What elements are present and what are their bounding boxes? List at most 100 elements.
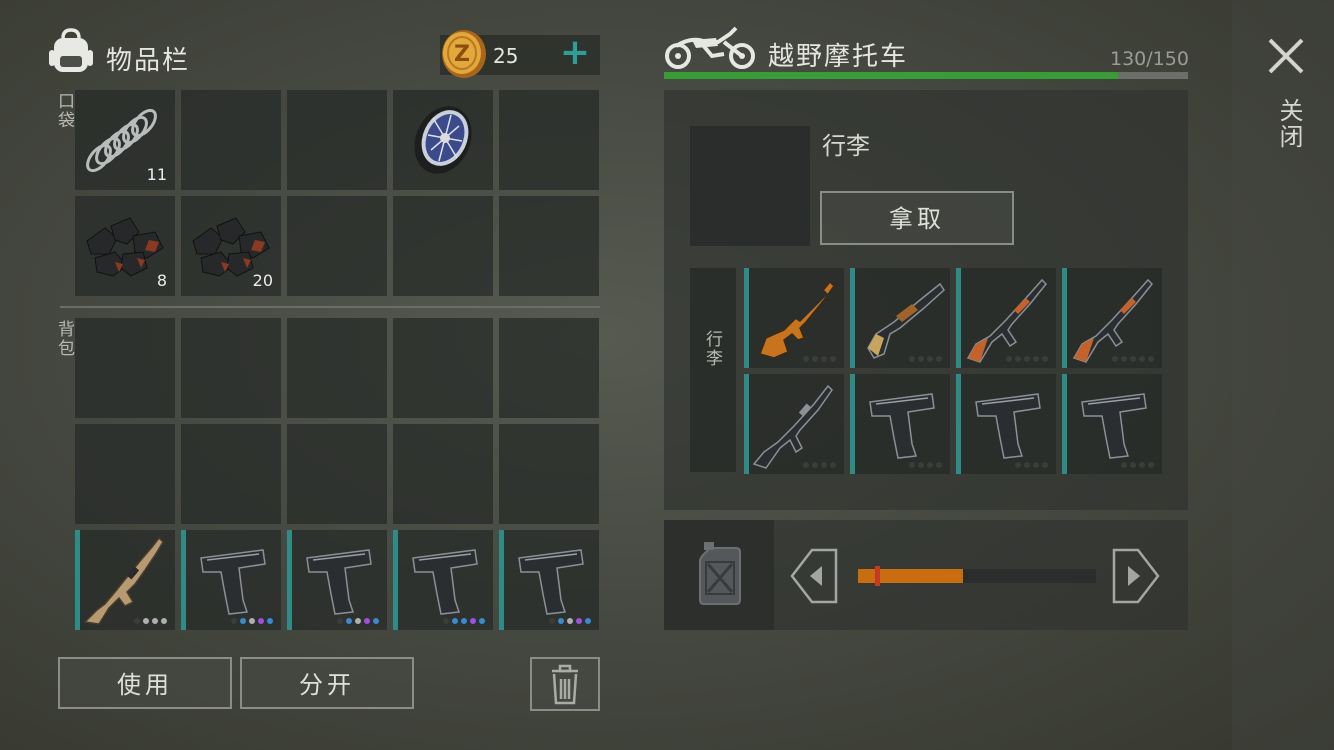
rarity-dot bbox=[812, 356, 818, 362]
fuel-level-bar[interactable] bbox=[858, 566, 1096, 586]
close-label[interactable]: 关闭 bbox=[1272, 98, 1307, 150]
capacity-bar-fill bbox=[664, 72, 1119, 79]
rarity-dots bbox=[803, 462, 836, 468]
capacity-bar bbox=[664, 72, 1188, 79]
hotbar-slot[interactable] bbox=[75, 530, 175, 630]
luggage-preview bbox=[690, 126, 810, 246]
take-button[interactable]: 拿取 bbox=[820, 191, 1014, 245]
backpack-grid bbox=[75, 318, 599, 524]
luggage-slot[interactable] bbox=[1062, 374, 1162, 474]
luggage-slot[interactable] bbox=[956, 268, 1056, 368]
backpack-slot[interactable] bbox=[75, 318, 175, 418]
rarity-dot bbox=[1024, 462, 1030, 468]
backpack-slot[interactable] bbox=[393, 318, 493, 418]
hotbar-slot[interactable] bbox=[499, 530, 599, 630]
delete-button[interactable] bbox=[530, 657, 600, 711]
close-icon[interactable] bbox=[1266, 36, 1306, 76]
use-button[interactable]: 使用 bbox=[58, 657, 232, 709]
pistol-icon bbox=[393, 530, 493, 630]
rarity-dot bbox=[355, 618, 361, 624]
rarity-dot bbox=[346, 618, 352, 624]
rarity-dot bbox=[918, 462, 924, 468]
luggage-label-box bbox=[690, 268, 736, 472]
pocket-slot[interactable] bbox=[393, 90, 493, 190]
pocket-slot[interactable] bbox=[181, 90, 281, 190]
pocket-slot[interactable] bbox=[287, 90, 387, 190]
backpack-slot[interactable] bbox=[287, 318, 387, 418]
rarity-dot bbox=[143, 618, 149, 624]
rarity-dots bbox=[1121, 462, 1154, 468]
hotbar-slot[interactable] bbox=[181, 530, 281, 630]
rarity-dot bbox=[1033, 462, 1039, 468]
rarity-dot bbox=[1121, 356, 1127, 362]
rarity-dot bbox=[452, 618, 458, 624]
inventory-title: 物品栏 bbox=[106, 46, 191, 76]
rarity-dots bbox=[909, 462, 942, 468]
pocket-slot[interactable]: 20 bbox=[181, 196, 281, 296]
backpack-icon bbox=[49, 28, 93, 72]
wheel-icon bbox=[414, 106, 472, 174]
split-button[interactable]: 分开 bbox=[240, 657, 414, 709]
m16-rifle-icon bbox=[744, 374, 844, 474]
luggage-slot[interactable] bbox=[850, 268, 950, 368]
rarity-dot bbox=[1042, 462, 1048, 468]
luggage-slot[interactable] bbox=[850, 374, 950, 474]
coin-icon: Z bbox=[442, 30, 486, 78]
coin-count: 25 bbox=[493, 44, 519, 68]
ak-rifle-icon bbox=[956, 268, 1056, 368]
fuel-increase-button[interactable] bbox=[1112, 548, 1160, 604]
rarity-dot bbox=[161, 618, 167, 624]
pistol-icon bbox=[287, 530, 387, 630]
luggage-slot[interactable] bbox=[744, 268, 844, 368]
rarity-dot bbox=[1015, 462, 1021, 468]
rarity-dot bbox=[479, 618, 485, 624]
rarity-dot bbox=[1139, 356, 1145, 362]
backpack-slot[interactable] bbox=[75, 424, 175, 524]
hotbar-slot[interactable] bbox=[287, 530, 387, 630]
rarity-dot bbox=[152, 618, 158, 624]
backpack-slot[interactable] bbox=[393, 424, 493, 524]
trash-icon bbox=[552, 664, 578, 705]
pistol-icon bbox=[499, 530, 599, 630]
rarity-dot bbox=[443, 618, 449, 624]
rarity-dot bbox=[1033, 356, 1039, 362]
rarity-dot bbox=[231, 618, 237, 624]
rarity-dot bbox=[267, 618, 273, 624]
backpack-slot[interactable] bbox=[499, 318, 599, 418]
rarity-dot bbox=[240, 618, 246, 624]
rarity-dots bbox=[337, 618, 379, 624]
item-count: 8 bbox=[156, 271, 167, 290]
backpack-slot[interactable] bbox=[499, 424, 599, 524]
hotbar-slot[interactable] bbox=[393, 530, 493, 630]
luggage-slot[interactable] bbox=[744, 374, 844, 474]
rarity-dot bbox=[1024, 356, 1030, 362]
rarity-dots bbox=[231, 618, 273, 624]
svg-text:Z: Z bbox=[454, 42, 470, 67]
rarity-dots bbox=[1112, 356, 1154, 362]
rarity-dot bbox=[918, 356, 924, 362]
pocket-slot[interactable]: 8 bbox=[75, 196, 175, 296]
rarity-dot bbox=[830, 356, 836, 362]
fuel-decrease-button[interactable] bbox=[790, 548, 838, 604]
rarity-dot bbox=[1148, 462, 1154, 468]
pocket-slot[interactable] bbox=[287, 196, 387, 296]
rarity-dot bbox=[1130, 462, 1136, 468]
rarity-dot bbox=[1006, 356, 1012, 362]
item-count: 11 bbox=[146, 165, 167, 184]
motorcycle-icon bbox=[665, 26, 755, 69]
rarity-dot bbox=[558, 618, 564, 624]
pocket-slot[interactable] bbox=[499, 196, 599, 296]
pocket-slot[interactable] bbox=[393, 196, 493, 296]
backpack-slot[interactable] bbox=[181, 424, 281, 524]
add-coins-button[interactable]: + bbox=[558, 34, 592, 72]
luggage-slot[interactable] bbox=[1062, 268, 1162, 368]
backpack-slot[interactable] bbox=[287, 424, 387, 524]
rarity-dot bbox=[909, 462, 915, 468]
rarity-dot bbox=[812, 462, 818, 468]
backpack-slot[interactable] bbox=[181, 318, 281, 418]
pocket-slot[interactable]: 11 bbox=[75, 90, 175, 190]
fuel-level-marker[interactable] bbox=[874, 566, 880, 586]
pocket-grid: 11 8 20 bbox=[75, 90, 599, 296]
pocket-slot[interactable] bbox=[499, 90, 599, 190]
luggage-slot[interactable] bbox=[956, 374, 1056, 474]
